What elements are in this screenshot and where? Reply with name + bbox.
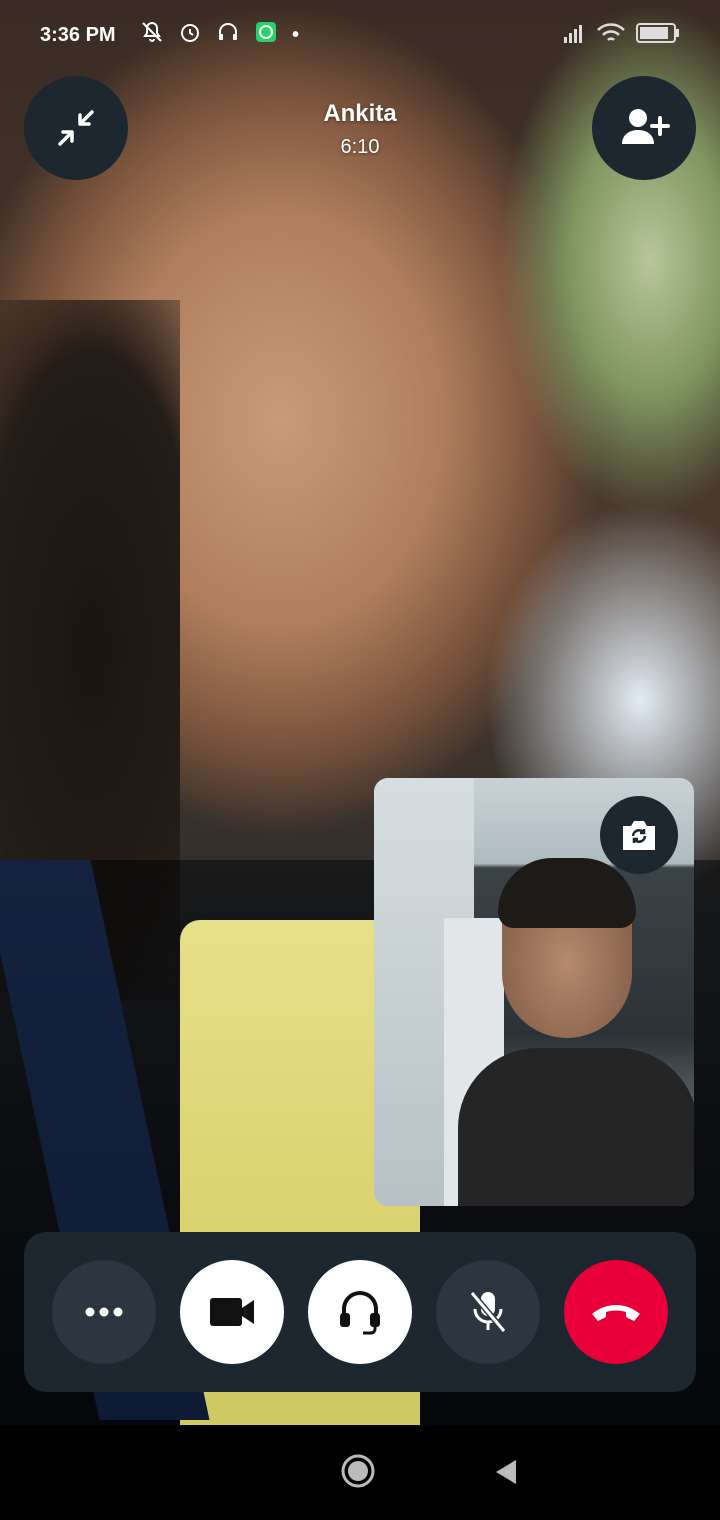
status-time: 3:36 PM bbox=[40, 24, 116, 46]
home-icon[interactable] bbox=[340, 1453, 376, 1489]
more-options-button[interactable] bbox=[52, 1260, 156, 1364]
status-bar: 3:36 PM • bbox=[0, 0, 720, 70]
battery-icon bbox=[636, 22, 680, 50]
audio-route-button[interactable] bbox=[308, 1260, 412, 1364]
add-person-icon bbox=[622, 109, 670, 144]
status-notification-icons: • bbox=[140, 20, 299, 50]
video-toggle-button[interactable] bbox=[180, 1260, 284, 1364]
call-control-bar bbox=[24, 1232, 696, 1392]
self-view-person-hair bbox=[498, 858, 636, 928]
add-participant-button[interactable] bbox=[592, 76, 696, 180]
whatsapp-icon bbox=[254, 20, 278, 50]
phone-hangup-icon bbox=[592, 1305, 640, 1321]
switch-camera-icon bbox=[623, 821, 655, 850]
minimize-call-button[interactable] bbox=[24, 76, 128, 180]
self-view-person-body bbox=[458, 1048, 694, 1206]
more-icon bbox=[85, 1307, 123, 1317]
signal-icon bbox=[564, 23, 586, 49]
navigation-bar bbox=[0, 1425, 720, 1520]
mute-button[interactable] bbox=[436, 1260, 540, 1364]
self-view-video[interactable] bbox=[374, 778, 694, 1206]
alarm-icon bbox=[178, 20, 202, 50]
video-camera-icon bbox=[210, 1298, 254, 1326]
back-icon[interactable] bbox=[494, 1459, 518, 1485]
end-call-button[interactable] bbox=[564, 1260, 668, 1364]
headset-icon bbox=[216, 20, 240, 50]
mute-bell-icon bbox=[140, 20, 164, 50]
dot-icon: • bbox=[292, 23, 300, 46]
switch-camera-button[interactable] bbox=[600, 796, 678, 874]
remote-video-feed[interactable] bbox=[0, 0, 720, 1425]
headset-icon bbox=[340, 1291, 380, 1335]
status-system-icons bbox=[564, 22, 680, 50]
mic-off-icon bbox=[469, 1291, 507, 1333]
wifi-icon bbox=[596, 22, 626, 50]
